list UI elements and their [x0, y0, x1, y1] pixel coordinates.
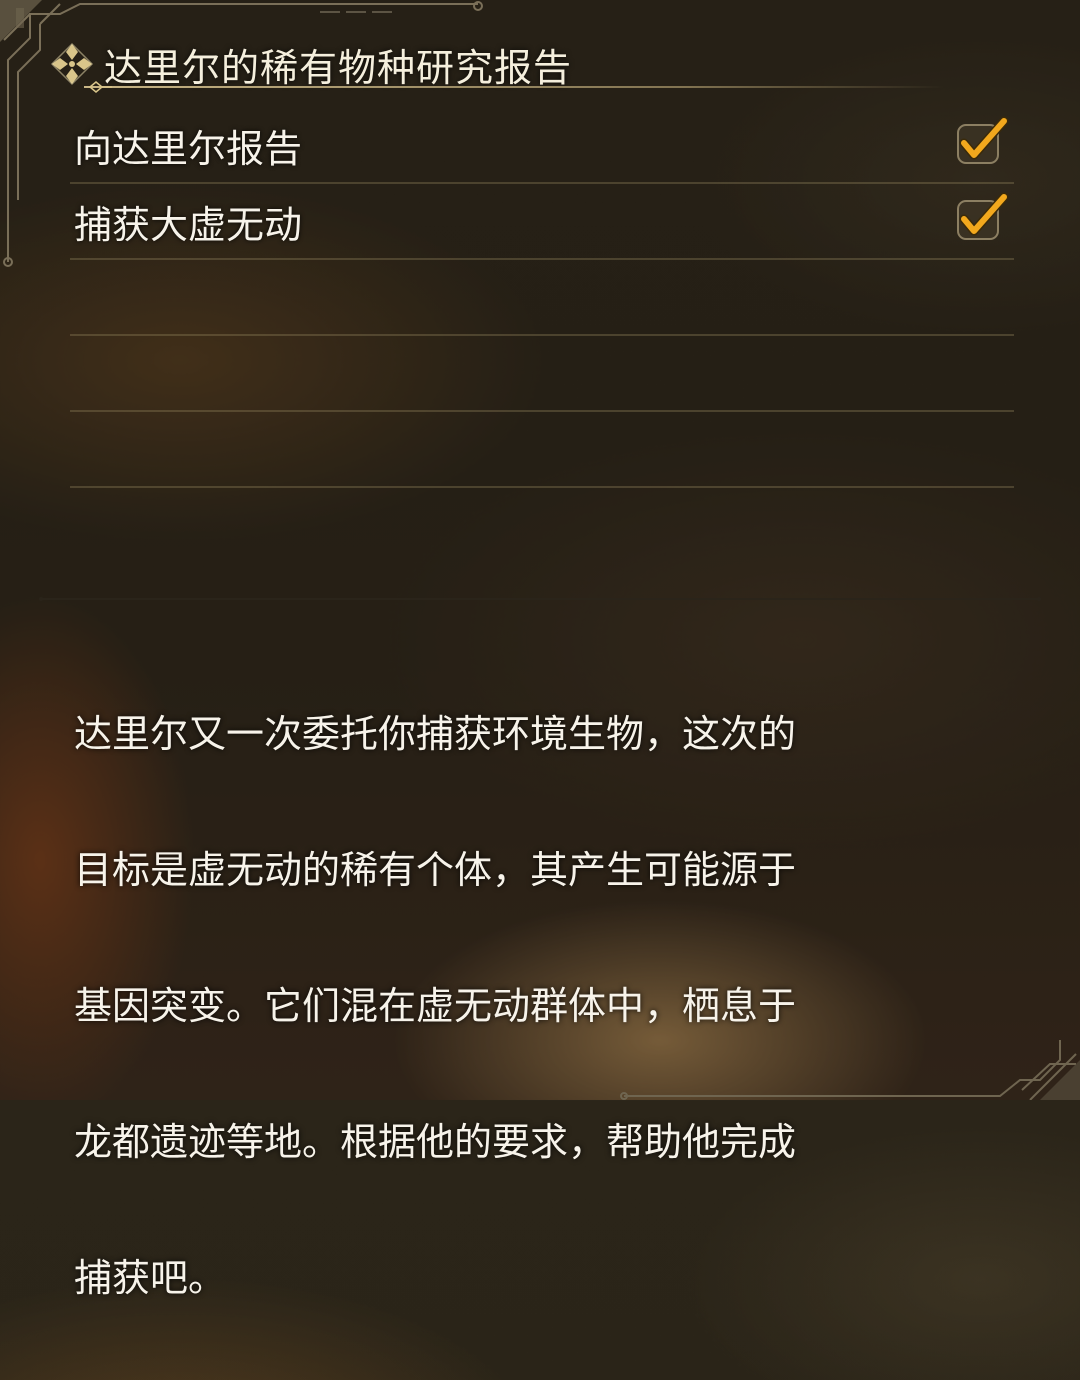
section-divider [39, 597, 1041, 601]
corner-ornament-bottom-right [620, 1040, 1080, 1100]
checkmark-icon [957, 192, 1009, 240]
objective-list: 向达里尔报告 捕获大虚无动 [70, 108, 1014, 488]
description-line: 达里尔又一次委托你捕获环境生物，这次的 [74, 712, 797, 756]
quest-panel: 达里尔的稀有物种研究报告 向达里尔报告 捕获大虚无动 达里尔又一次委托你捕获环境… [0, 0, 1080, 1300]
quest-title-row: 达里尔的稀有物种研究报告 [48, 36, 572, 92]
quest-description: 达里尔又一次委托你捕获环境生物，这次的 目标是虚无动的稀有个体，其产生可能源于 … [74, 632, 934, 1380]
underline-ornament [88, 81, 112, 93]
title-underline [84, 86, 944, 88]
empty-objective-row [70, 412, 1014, 488]
empty-objective-row [70, 336, 1014, 412]
quest-title: 达里尔的稀有物种研究报告 [104, 45, 573, 90]
empty-objective-row [70, 260, 1014, 336]
objective-label: 向达里尔报告 [74, 126, 303, 171]
description-line: 捕获吧。 [74, 1256, 227, 1300]
description-line: 龙都遗迹等地。根据他的要求，帮助他完成 [74, 1120, 797, 1164]
description-line: 目标是虚无动的稀有个体，其产生可能源于 [74, 848, 797, 892]
objective-row: 向达里尔报告 [70, 108, 1014, 184]
objective-label: 捕获大虚无动 [74, 202, 303, 247]
checkmark-icon [957, 116, 1009, 164]
objective-row: 捕获大虚无动 [70, 184, 1014, 260]
